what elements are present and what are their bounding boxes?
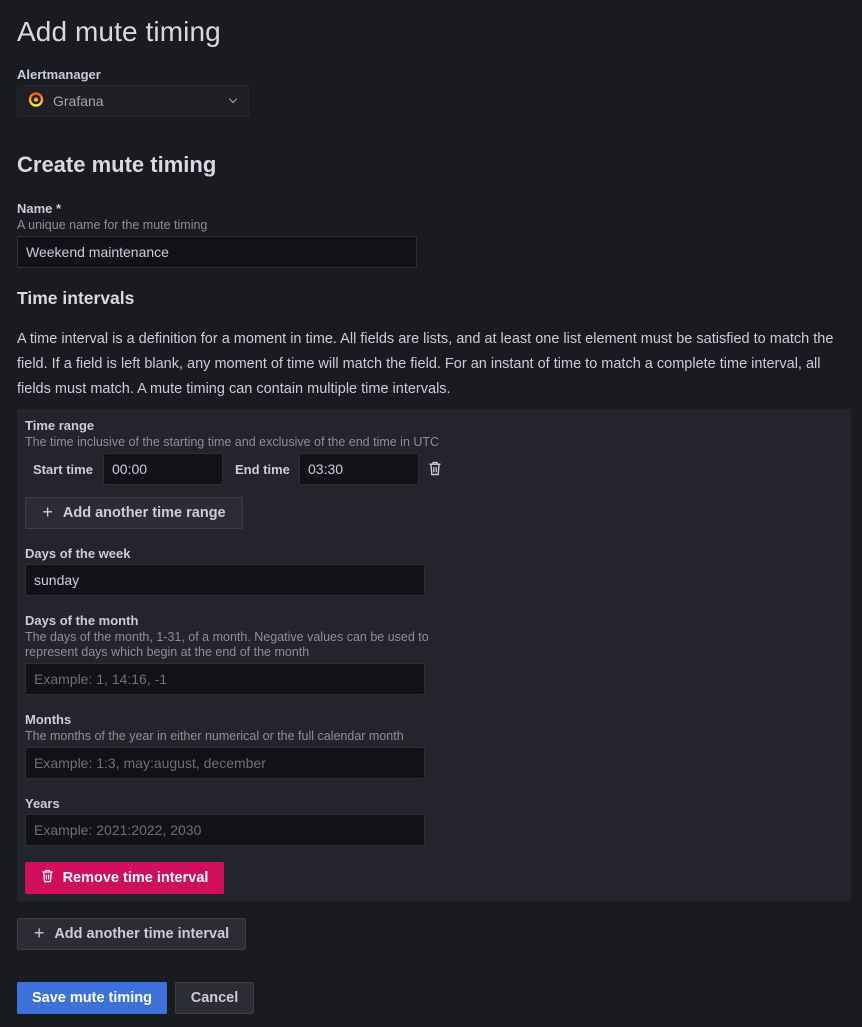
- years-label: Years: [25, 796, 60, 811]
- cancel-button[interactable]: Cancel: [175, 982, 254, 1014]
- start-time-label: Start time: [33, 462, 93, 477]
- plus-icon: +: [42, 502, 53, 522]
- remove-time-interval-label: Remove time interval: [62, 870, 209, 886]
- remove-time-interval-button[interactable]: Remove time interval: [25, 862, 224, 894]
- name-label: Name *: [17, 201, 62, 216]
- page: Add mute timing Alertmanager Grafana Cre…: [0, 0, 862, 1027]
- add-time-interval-label: Add another time interval: [54, 926, 230, 942]
- name-description: A unique name for the mute timing: [17, 218, 208, 232]
- time-range-description: The time inclusive of the starting time …: [25, 435, 440, 449]
- grafana-logo-icon: [28, 91, 44, 112]
- time-intervals-description: A time interval is a definition for a mo…: [17, 331, 834, 397]
- months-input[interactable]: Example: 1:3, may:august, december: [25, 747, 425, 779]
- time-interval-panel: Time range The time inclusive of the sta…: [17, 409, 851, 901]
- trash-icon[interactable]: [428, 461, 442, 481]
- add-time-interval-button[interactable]: + Add another time interval: [17, 918, 246, 950]
- end-time-label: End time: [235, 462, 290, 477]
- add-time-range-button[interactable]: + Add another time range: [25, 497, 243, 529]
- days-of-week-label: Days of the week: [25, 546, 131, 561]
- years-input[interactable]: Example: 2021:2022, 2030: [25, 814, 425, 846]
- days-of-month-description-line1: The days of the month, 1-31, of a month.…: [25, 630, 429, 644]
- start-time-input[interactable]: 00:00: [103, 453, 223, 485]
- form-heading: Create mute timing: [17, 152, 217, 177]
- alertmanager-label: Alertmanager: [17, 67, 101, 82]
- days-of-month-description-line2: represent days which begin at the end of…: [25, 645, 310, 659]
- name-input[interactable]: Weekend maintenance: [17, 236, 417, 268]
- alertmanager-selected-value: Grafana: [53, 93, 104, 109]
- page-title: Add mute timing: [17, 16, 221, 47]
- time-range-label: Time range: [25, 418, 95, 433]
- plus-icon: +: [33, 923, 45, 943]
- end-time-input[interactable]: 03:30: [299, 453, 419, 485]
- trash-icon: [41, 869, 54, 887]
- alertmanager-select[interactable]: Grafana: [17, 85, 249, 117]
- chevron-down-icon: [228, 96, 238, 106]
- save-mute-timing-button[interactable]: Save mute timing: [17, 982, 167, 1014]
- days-of-week-input[interactable]: sunday: [25, 564, 425, 596]
- days-of-month-input[interactable]: Example: 1, 14:16, -1: [25, 663, 425, 695]
- days-of-month-label: Days of the month: [25, 613, 139, 628]
- months-description: The months of the year in either numeric…: [25, 729, 404, 743]
- time-intervals-heading: Time intervals: [17, 288, 135, 308]
- add-time-range-label: Add another time range: [62, 505, 226, 521]
- months-label: Months: [25, 712, 72, 727]
